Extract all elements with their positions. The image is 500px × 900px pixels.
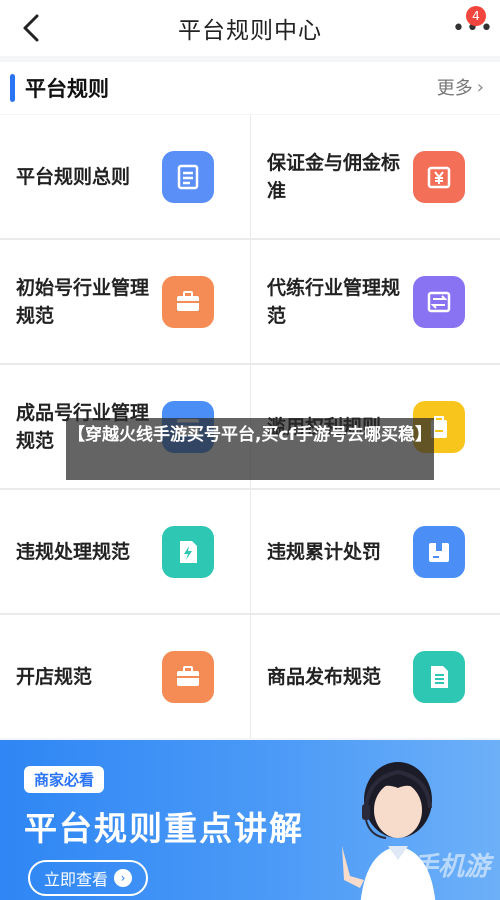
view-now-button[interactable]: 立即查看 ›: [28, 860, 149, 896]
top-nav: 平台规则中心 ••• 4: [0, 0, 500, 56]
rule-item-initial-account[interactable]: 初始号行业管理规范: [0, 240, 250, 363]
chevron-right-icon: ›: [476, 76, 484, 98]
list-doc-icon: [413, 650, 465, 703]
rule-item-label: 开店规范: [16, 665, 93, 688]
rule-item-cumulative-penalty[interactable]: 违规累计处罚: [251, 490, 500, 613]
notification-badge: 4: [466, 6, 486, 26]
more-link[interactable]: 更多 ›: [437, 74, 484, 100]
rule-item-label: 初始号行业管理规范: [16, 276, 150, 327]
more-link-label: 更多: [436, 78, 473, 99]
rule-item-violation-handling[interactable]: 违规处理规范: [0, 490, 250, 613]
rule-item-label: 保证金与佣金标准: [267, 151, 401, 202]
rule-item-deposit[interactable]: 保证金与佣金标准: [251, 115, 500, 238]
page-title: 平台规则中心: [178, 18, 322, 44]
view-now-label: 立即查看: [44, 870, 109, 889]
arrow-right-icon: ›: [114, 869, 133, 887]
banner-tag: 商家必看: [24, 766, 105, 793]
rule-item-label: 商品发布规范: [267, 665, 382, 688]
rule-item-leveling[interactable]: 代练行业管理规范: [251, 240, 500, 363]
back-arrow-icon[interactable]: [18, 12, 46, 44]
briefcase-icon: [162, 275, 214, 328]
section-header: 平台规则 更多 ›: [0, 62, 500, 114]
lightning-doc-icon: [162, 525, 214, 578]
rule-item-label: 平台规则总则: [16, 165, 131, 188]
rule-item-label: 违规处理规范: [16, 540, 131, 563]
rule-item-label: 代练行业管理规范: [267, 276, 401, 327]
banner-headline: 平台规则重点讲解: [24, 809, 304, 848]
exchange-icon: [413, 275, 465, 328]
caption-overlay: 【穿越火线手游买号平台,买cf手游号去哪买稳】: [66, 418, 434, 480]
box-icon: [413, 525, 465, 578]
rule-item-shop[interactable]: 开店规范: [0, 615, 250, 738]
more-menu-button[interactable]: ••• 4: [448, 6, 493, 44]
section-title: 平台规则: [25, 77, 109, 101]
shop-icon: [162, 650, 214, 703]
rule-item-label: 违规累计处罚: [267, 540, 382, 563]
watermark-logo: 手机游: [411, 852, 490, 882]
section-accent-bar: [10, 74, 15, 102]
rule-item-general[interactable]: 平台规则总则: [0, 115, 250, 238]
document-icon: [162, 150, 214, 203]
promo-banner[interactable]: 商家必看 平台规则重点讲解 立即查看 › 手机游: [0, 740, 500, 900]
yen-icon: [413, 150, 465, 203]
rule-item-product-publish[interactable]: 商品发布规范: [251, 615, 500, 738]
